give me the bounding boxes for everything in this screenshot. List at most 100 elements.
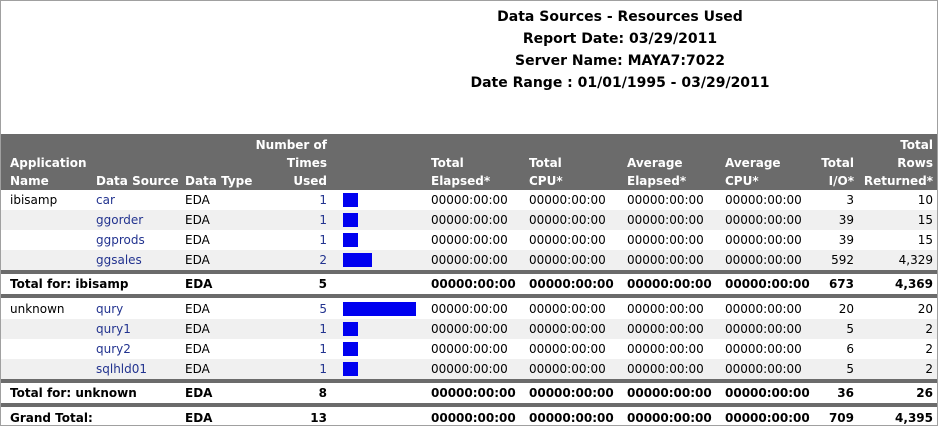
total-elapsed-cell: 00000:00:00 <box>431 302 508 316</box>
times-used-link[interactable]: 1 <box>247 230 327 250</box>
total-io-cell: 39 <box>838 213 854 227</box>
total-cpu-cell: 00000:00:00 <box>529 342 606 356</box>
total-cpu-cell: 00000:00:00 <box>529 233 606 247</box>
group-total-row: Total for: unknown EDA 8 00000:00:00 00000:0… <box>1 383 937 403</box>
average-elapsed-cell: 00000:00:00 <box>627 233 704 247</box>
data-source-link[interactable]: qury <box>96 299 123 319</box>
data-source-link[interactable]: car <box>96 190 115 210</box>
total-average-cpu-cell: 00000:00:00 <box>725 386 810 400</box>
total-rows-returned-cell: 15 <box>917 213 933 227</box>
average-cpu-cell: 00000:00:00 <box>725 322 802 336</box>
date-range: Date Range : 01/01/1995 - 03/29/2011 <box>470 75 770 91</box>
average-elapsed-cell: 00000:00:00 <box>627 253 704 267</box>
total-io-cell: 39 <box>838 233 854 247</box>
table-row: qury1 EDA 1 00000:00:00 00000:00:00 00000:00:… <box>1 319 937 339</box>
average-cpu-cell: 00000:00:00 <box>725 253 802 267</box>
col-header-application-name: Application Name <box>10 156 87 188</box>
data-source-link[interactable]: qury1 <box>96 319 131 339</box>
col-header-total-cpu: Total CPU* <box>529 156 563 188</box>
application-name-cell: unknown <box>10 302 65 316</box>
column-header-band: Application Name Data Source Data Type N… <box>1 134 937 190</box>
total-cpu-cell: 00000:00:00 <box>529 213 606 227</box>
table-row: ggprods EDA 1 00000:00:00 00000:00:00 00000:0… <box>1 230 937 250</box>
total-rows-returned-cell: 2 <box>925 322 933 336</box>
times-used-bar <box>343 213 358 227</box>
total-total-elapsed-cell: 00000:00:00 <box>431 386 516 400</box>
col-header-data-source: Data Source <box>96 174 179 188</box>
average-elapsed-cell: 00000:00:00 <box>627 322 704 336</box>
total-total-elapsed-cell: 00000:00:00 <box>431 277 516 291</box>
group-separator-rule <box>1 403 937 407</box>
group-total-row: Total for: ibisamp EDA 5 00000:00:00 00000:0… <box>1 274 937 294</box>
total-average-cpu-cell: 00000:00:00 <box>725 277 810 291</box>
data-type-cell: EDA <box>185 213 210 227</box>
total-times-used-cell: 8 <box>318 386 327 400</box>
average-elapsed-cell: 00000:00:00 <box>627 213 704 227</box>
times-used-link[interactable]: 5 <box>247 299 327 319</box>
table-row: ibisamp car EDA 1 00000:00:00 00000:00:00 0000… <box>1 190 937 210</box>
data-source-link[interactable]: ggsales <box>96 250 142 270</box>
times-used-bar <box>343 302 416 316</box>
table-row: unknown qury EDA 5 00000:00:00 00000:00:00 000… <box>1 299 937 319</box>
total-average-elapsed-cell: 00000:00:00 <box>627 386 712 400</box>
data-source-link[interactable]: ggorder <box>96 210 143 230</box>
times-used-link[interactable]: 2 <box>247 250 327 270</box>
total-total-cpu-cell: 00000:00:00 <box>529 386 614 400</box>
data-type-cell: EDA <box>185 342 210 356</box>
times-used-bar <box>343 342 358 356</box>
average-elapsed-cell: 00000:00:00 <box>627 362 704 376</box>
total-io-cell: 20 <box>838 302 854 316</box>
total-data-type-cell: EDA <box>185 277 213 291</box>
report-title: Data Sources - Resources Used <box>497 9 743 25</box>
col-header-total-elapsed: Total Elapsed* <box>431 156 491 188</box>
times-used-link[interactable]: 1 <box>247 319 327 339</box>
report-header: Data Sources - Resources Used Report Dat… <box>460 6 780 94</box>
times-used-link[interactable]: 1 <box>247 339 327 359</box>
group-separator-rule <box>1 294 937 298</box>
total-elapsed-cell: 00000:00:00 <box>431 233 508 247</box>
table-row: ggsales EDA 2 00000:00:00 00000:00:00 00000:0… <box>1 250 937 270</box>
total-elapsed-cell: 00000:00:00 <box>431 322 508 336</box>
times-used-link[interactable]: 1 <box>247 359 327 379</box>
average-elapsed-cell: 00000:00:00 <box>627 302 704 316</box>
data-source-link[interactable]: sqlhld01 <box>96 359 147 379</box>
total-io-cell: 5 <box>846 362 854 376</box>
times-used-bar <box>343 322 358 336</box>
total-rows-returned-cell: 10 <box>917 193 933 207</box>
total-cpu-cell: 00000:00:00 <box>529 193 606 207</box>
total-elapsed-cell: 00000:00:00 <box>431 193 508 207</box>
total-rows-returned-cell: 2 <box>925 342 933 356</box>
total-elapsed-cell: 00000:00:00 <box>431 253 508 267</box>
average-cpu-cell: 00000:00:00 <box>725 362 802 376</box>
total-rows-returned-cell: 15 <box>917 233 933 247</box>
data-source-link[interactable]: ggprods <box>96 230 145 250</box>
times-used-link[interactable]: 1 <box>247 210 327 230</box>
table-row: sqlhld01 EDA 1 00000:00:00 00000:00:00 00000:… <box>1 359 937 379</box>
col-header-data-type: Data Type <box>185 174 253 188</box>
grand-total-times-used-cell: 13 <box>310 411 327 425</box>
total-rows-returned-cell: 20 <box>917 302 933 316</box>
group-total-label: Total for: unknown <box>10 386 137 400</box>
total-total-elapsed-cell: 00000:00:00 <box>431 411 516 425</box>
total-io-cell: 3 <box>846 193 854 207</box>
total-cpu-cell: 00000:00:00 <box>529 253 606 267</box>
total-total-rows-returned-cell: 4,369 <box>895 277 933 291</box>
times-used-link[interactable]: 1 <box>247 190 327 210</box>
data-source-link[interactable]: qury2 <box>96 339 131 359</box>
times-used-bar <box>343 253 372 267</box>
total-rows-returned-cell: 2 <box>925 362 933 376</box>
col-header-times-used: Number of Times Used <box>255 138 327 188</box>
total-total-cpu-cell: 00000:00:00 <box>529 411 614 425</box>
total-io-cell: 592 <box>831 253 854 267</box>
table-row: qury2 EDA 1 00000:00:00 00000:00:00 00000:00:… <box>1 339 937 359</box>
col-header-total-rows-returned: Total Rows Returned* <box>863 138 933 188</box>
server-name: Server Name: MAYA7:7022 <box>515 53 725 69</box>
times-used-bar <box>343 233 358 247</box>
total-rows-returned-cell: 4,329 <box>898 253 933 267</box>
grand-total-row: Grand Total: EDA 13 00000:00:00 00000:00:00 0… <box>1 408 937 428</box>
total-times-used-cell: 5 <box>318 277 327 291</box>
grand-total-label: Grand Total: <box>10 411 93 425</box>
data-type-cell: EDA <box>185 362 210 376</box>
times-used-bar <box>343 362 358 376</box>
data-type-cell: EDA <box>185 253 210 267</box>
